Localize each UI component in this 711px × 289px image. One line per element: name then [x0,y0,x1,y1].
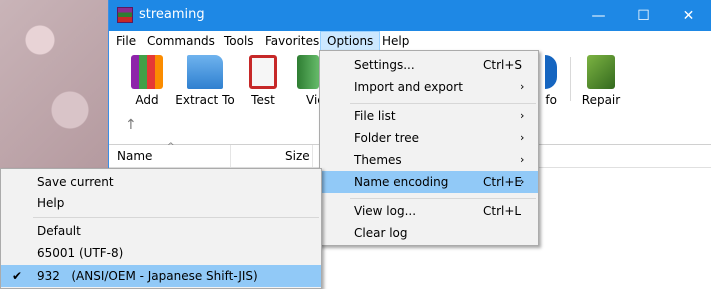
menu-separator [33,217,319,218]
window-title: streaming [139,7,205,22]
menu-item-file-list[interactable]: File list › [320,105,538,127]
menu-commands[interactable]: Commands [141,31,221,51]
close-button[interactable]: ✕ [666,0,711,31]
menu-tools[interactable]: Tools [218,31,260,51]
sort-ascending-icon: ^ [167,142,175,152]
menu-help[interactable]: Help [376,31,415,51]
winrar-app-icon [117,7,133,23]
info-icon [545,55,557,89]
submenu-arrow-icon: › [520,131,525,144]
submenu-arrow-icon: › [520,175,525,188]
clipboard-check-icon [249,55,277,89]
menu-bar: File Commands Tools Favorites Options He… [109,31,711,51]
encoding-default[interactable]: Default [1,220,321,242]
repair-kit-icon [587,55,615,89]
options-menu: Settings... Ctrl+S Import and export › F… [319,50,539,246]
menu-file[interactable]: File [110,31,142,51]
submenu-arrow-icon: › [520,109,525,122]
column-divider [230,145,231,167]
menu-item-clear-log[interactable]: Clear log [320,222,538,244]
minimize-button[interactable]: — [576,0,621,31]
title-bar[interactable]: streaming — ☐ ✕ [109,0,711,31]
menu-separator [350,103,536,104]
menu-item-themes[interactable]: Themes › [320,149,538,171]
toolbar-test-button[interactable]: Test [233,55,293,107]
encoding-shift-jis[interactable]: ✔ 932 (ANSI/OEM - Japanese Shift-JIS) [1,265,321,287]
toolbar-extract-to-button[interactable]: Extract To [175,55,235,107]
column-name[interactable]: Name [117,149,152,163]
toolbar-view-button[interactable]: Vie [289,55,325,107]
folder-icon [187,55,223,89]
menu-item-folder-tree[interactable]: Folder tree › [320,127,538,149]
up-folder-icon[interactable]: ↑ [125,117,137,133]
toolbar-repair-button[interactable]: Repair [571,55,631,107]
checkmark-icon: ✔ [12,269,23,283]
column-size[interactable]: Size [285,149,310,163]
encoding-help[interactable]: Help [1,192,321,214]
encoding-utf8[interactable]: 65001 (UTF-8) [1,242,321,264]
archive-books-icon [131,55,163,89]
submenu-arrow-icon: › [520,80,525,93]
menu-favorites[interactable]: Favorites [259,31,325,51]
name-encoding-submenu: Save current Help Default 65001 (UTF-8) … [0,168,322,289]
menu-item-settings[interactable]: Settings... Ctrl+S [320,54,538,76]
menu-options[interactable]: Options [320,31,381,51]
menu-separator [350,198,536,199]
menu-item-import-export[interactable]: Import and export › [320,76,538,98]
view-book-icon [297,55,319,89]
toolbar-add-button[interactable]: Add [117,55,177,107]
encoding-save-current[interactable]: Save current [1,171,321,193]
menu-item-name-encoding[interactable]: Name encoding Ctrl+E › [320,171,538,193]
maximize-button[interactable]: ☐ [621,0,666,31]
menu-item-view-log[interactable]: View log... Ctrl+L [320,200,538,222]
submenu-arrow-icon: › [520,153,525,166]
column-divider [312,145,313,167]
